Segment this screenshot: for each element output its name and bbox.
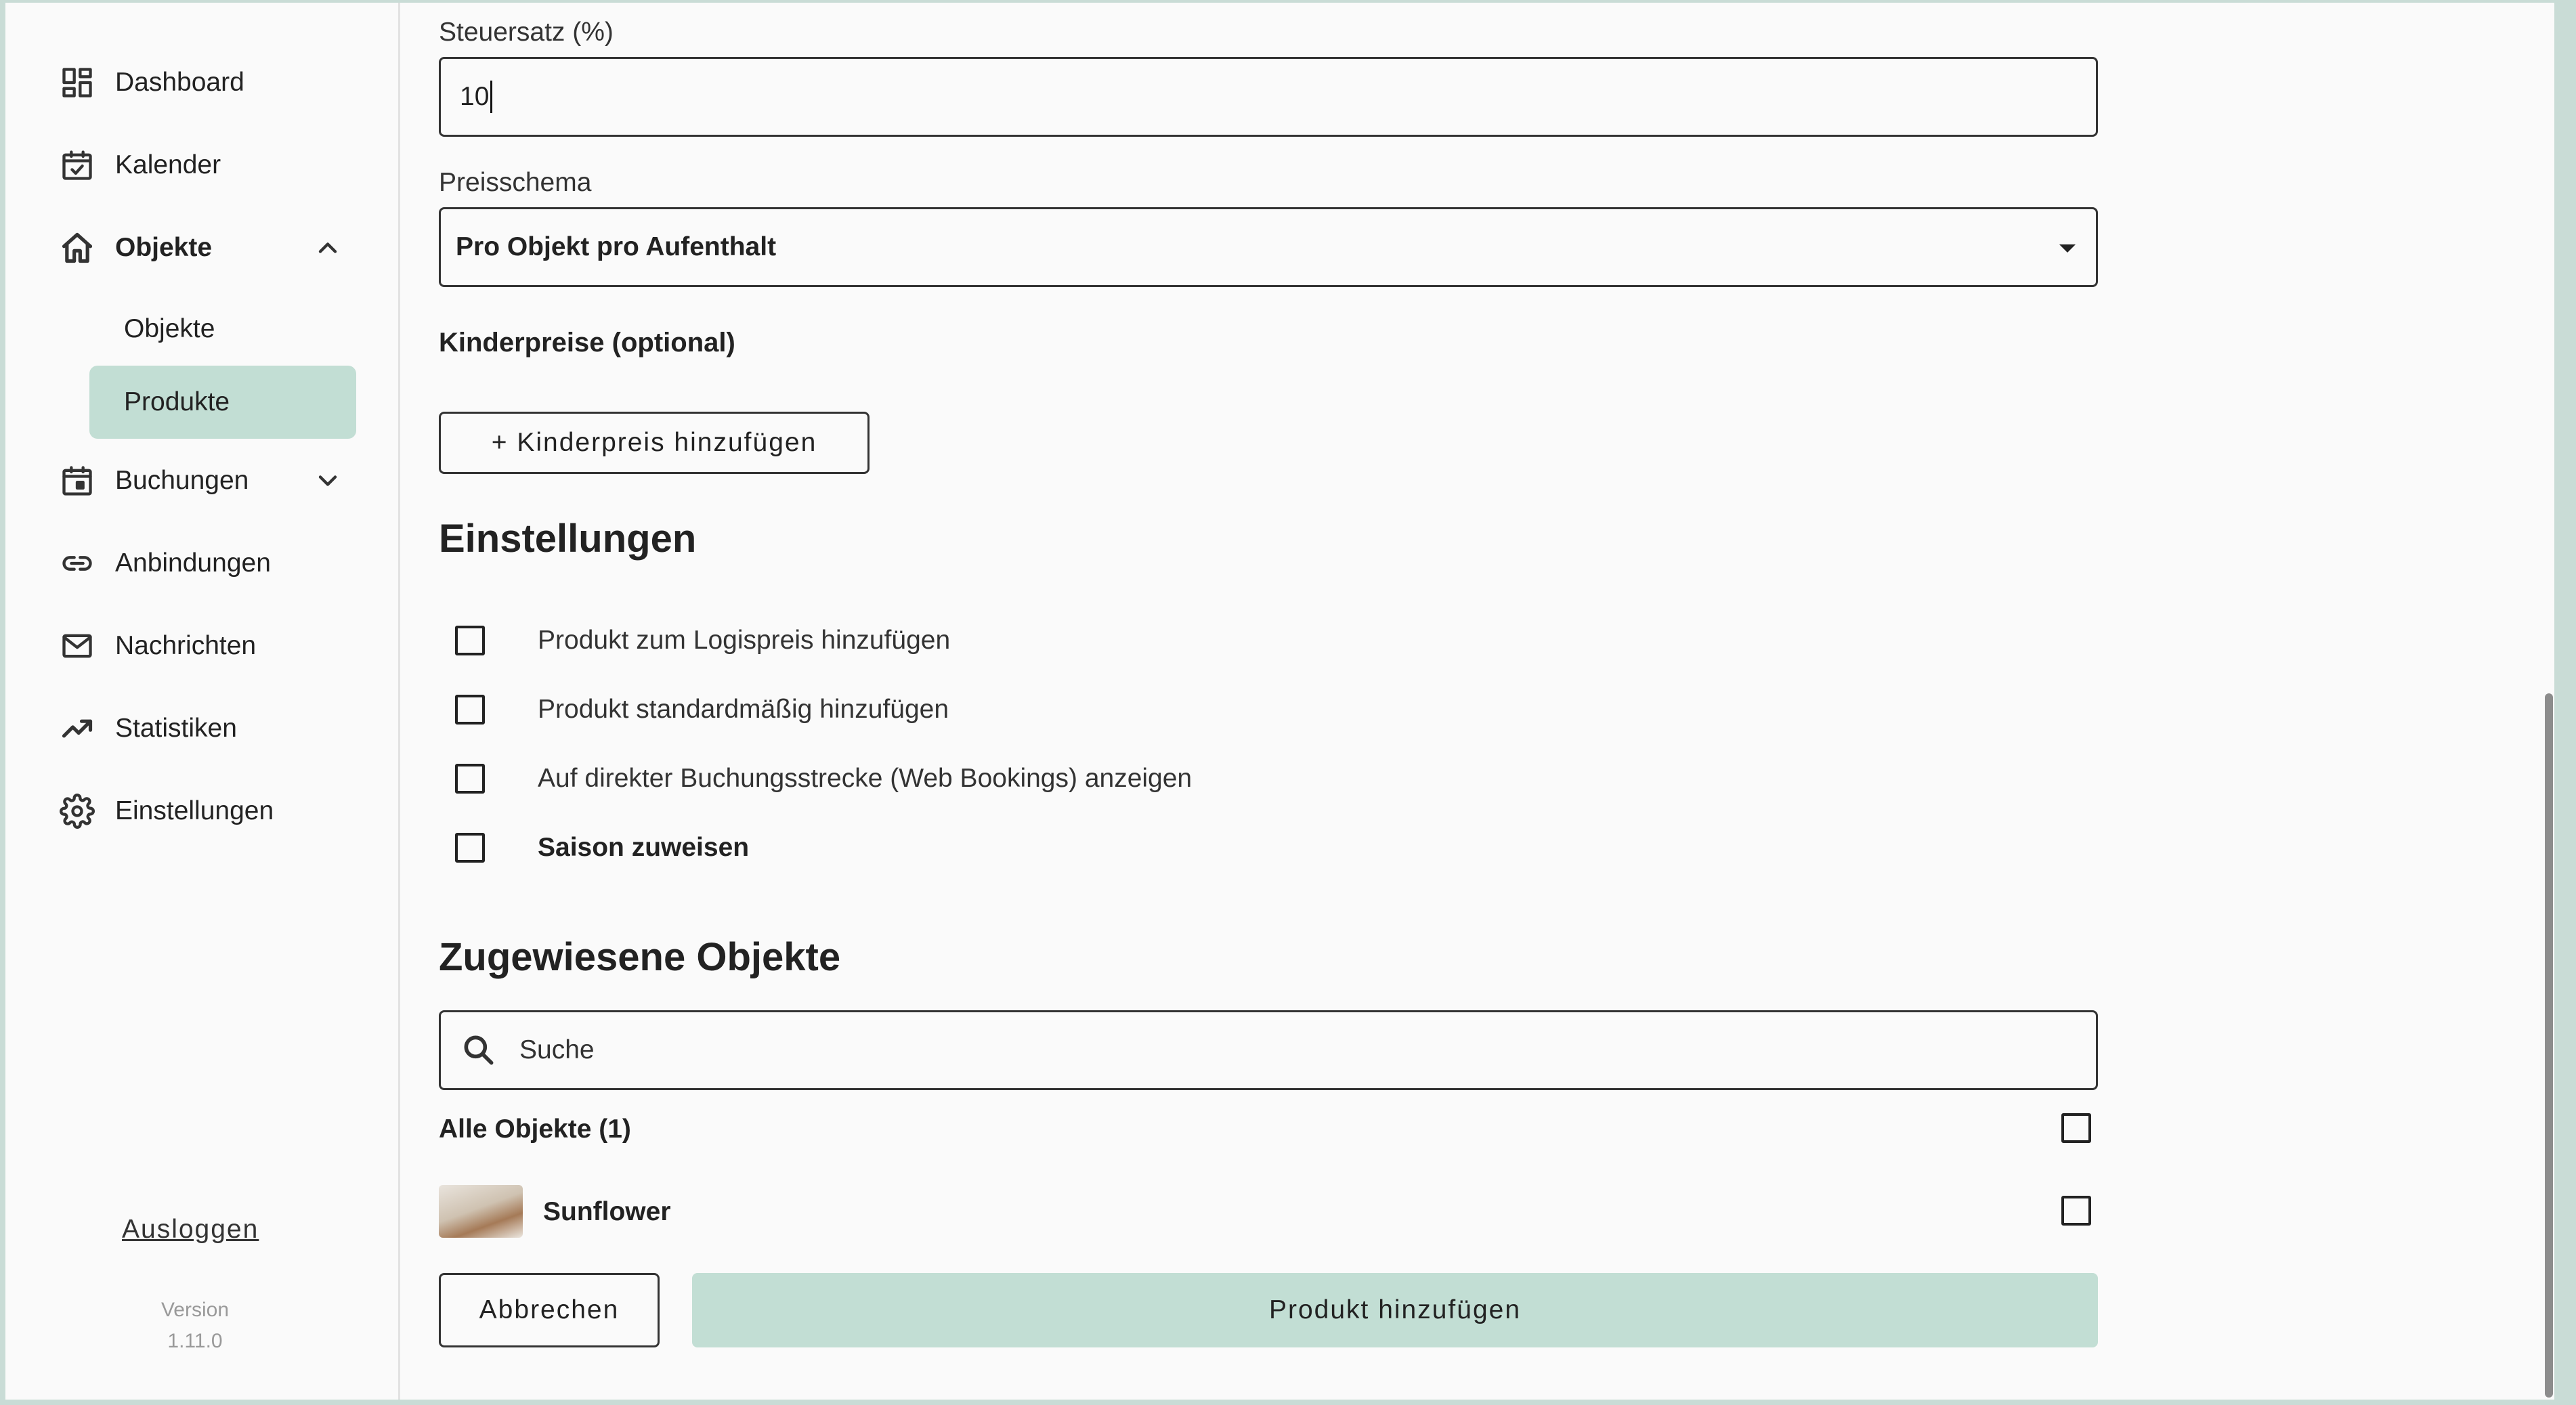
setting-option[interactable]: Produkt zum Logispreis hinzufügen — [455, 619, 950, 662]
sidebar-item-label: Statistiken — [115, 714, 237, 743]
object-search-input[interactable]: Suche — [439, 1010, 2098, 1090]
assigned-objects-heading: Zugewiesene Objekte — [439, 935, 841, 979]
version-label: Version — [160, 1299, 230, 1321]
add-product-button[interactable]: Produkt hinzufügen — [692, 1273, 2098, 1347]
sidebar-item-label: Einstellungen — [115, 796, 274, 825]
tax-rate-label: Steuersatz (%) — [439, 18, 614, 47]
mail-icon — [58, 627, 96, 665]
setting-option[interactable]: Auf direkter Buchungsstrecke (Web Bookin… — [455, 757, 1192, 800]
settings-heading: Einstellungen — [439, 517, 697, 561]
sidebar-item-label: Anbindungen — [115, 548, 271, 578]
checkbox[interactable] — [455, 833, 485, 863]
sidebar-item-label: Buchungen — [115, 466, 249, 495]
setting-option[interactable]: Saison zuweisen — [455, 826, 749, 869]
dropdown-arrow-icon — [2059, 244, 2076, 253]
sidebar: Dashboard Kalender Objekte Objekte Produ… — [5, 3, 400, 1400]
calendar-icon — [58, 462, 96, 500]
checkbox[interactable] — [2061, 1196, 2091, 1226]
sidebar-item-label: Kalender — [115, 150, 221, 179]
chevron-up-icon[interactable] — [313, 233, 343, 263]
app-window: Dashboard Kalender Objekte Objekte Produ… — [5, 3, 2554, 1400]
object-thumbnail — [439, 1185, 523, 1238]
cancel-button[interactable]: Abbrechen — [439, 1273, 660, 1347]
version-value: 1.11.0 — [167, 1330, 223, 1352]
pricing-scheme-select[interactable]: Pro Objekt pro Aufenthalt — [439, 207, 2098, 287]
logout-link[interactable]: Ausloggen — [122, 1215, 259, 1245]
all-objects-checkbox[interactable] — [2061, 1113, 2091, 1143]
sidebar-item-nachrichten[interactable]: Nachrichten — [58, 622, 343, 670]
sidebar-item-label: Objekte — [115, 233, 213, 262]
setting-option[interactable]: Produkt standardmäßig hinzufügen — [455, 688, 949, 731]
object-checkbox[interactable] — [2061, 1196, 2091, 1226]
scrollbar-thumb[interactable] — [2545, 693, 2553, 1398]
sidebar-item-einstellungen[interactable]: Einstellungen — [58, 787, 343, 836]
checkbox-label: Produkt zum Logispreis hinzufügen — [538, 626, 951, 655]
search-icon — [460, 1031, 498, 1069]
sidebar-item-statistiken[interactable]: Statistiken — [58, 704, 343, 753]
sidebar-item-objekte[interactable]: Objekte — [58, 223, 343, 272]
tax-rate-input[interactable]: 10 — [439, 57, 2098, 137]
checkbox[interactable] — [455, 764, 485, 794]
dashboard-icon — [58, 64, 96, 102]
all-objects-label: Alle Objekte (1) — [439, 1115, 631, 1144]
main-content: Steuersatz (%) 10 Preisschema Pro Objekt… — [439, 3, 2105, 1400]
calendar-check-icon — [58, 146, 96, 184]
sidebar-item-buchungen[interactable]: Buchungen — [58, 456, 343, 505]
pricing-scheme-label: Preisschema — [439, 168, 592, 197]
sidebar-subitem-label: Produkte — [124, 387, 230, 416]
trending-up-icon — [58, 710, 96, 748]
gear-icon — [58, 792, 96, 830]
checkbox-label: Saison zuweisen — [538, 833, 750, 862]
search-placeholder: Suche — [519, 1035, 595, 1064]
sidebar-subitem-label: Objekte — [124, 314, 215, 343]
sidebar-item-label: Nachrichten — [115, 631, 257, 660]
home-icon — [58, 229, 96, 267]
checkbox[interactable] — [2061, 1113, 2091, 1143]
object-name: Sunflower — [543, 1197, 671, 1226]
scrollbar[interactable] — [2543, 3, 2554, 1400]
link-icon — [58, 544, 96, 582]
add-child-price-button[interactable]: + Kinderpreis hinzufügen — [439, 412, 870, 474]
child-prices-label: Kinderpreise (optional) — [439, 328, 735, 358]
chevron-down-icon[interactable] — [313, 466, 343, 496]
checkbox-label: Auf direkter Buchungsstrecke (Web Bookin… — [538, 764, 1193, 793]
checkbox-label: Produkt standardmäßig hinzufügen — [538, 695, 949, 724]
pricing-scheme-value: Pro Objekt pro Aufenthalt — [456, 232, 777, 261]
checkbox[interactable] — [455, 695, 485, 725]
tax-rate-value: 10 — [460, 82, 490, 111]
sidebar-subitem-objekte[interactable]: Objekte — [89, 293, 356, 366]
sidebar-item-label: Dashboard — [115, 68, 244, 97]
sidebar-item-dashboard[interactable]: Dashboard — [58, 58, 343, 107]
sidebar-item-kalender[interactable]: Kalender — [58, 141, 343, 190]
checkbox[interactable] — [455, 626, 485, 655]
text-cursor — [490, 81, 493, 113]
sidebar-item-anbindungen[interactable]: Anbindungen — [58, 539, 343, 588]
sidebar-subitem-produkte[interactable]: Produkte — [89, 366, 356, 439]
